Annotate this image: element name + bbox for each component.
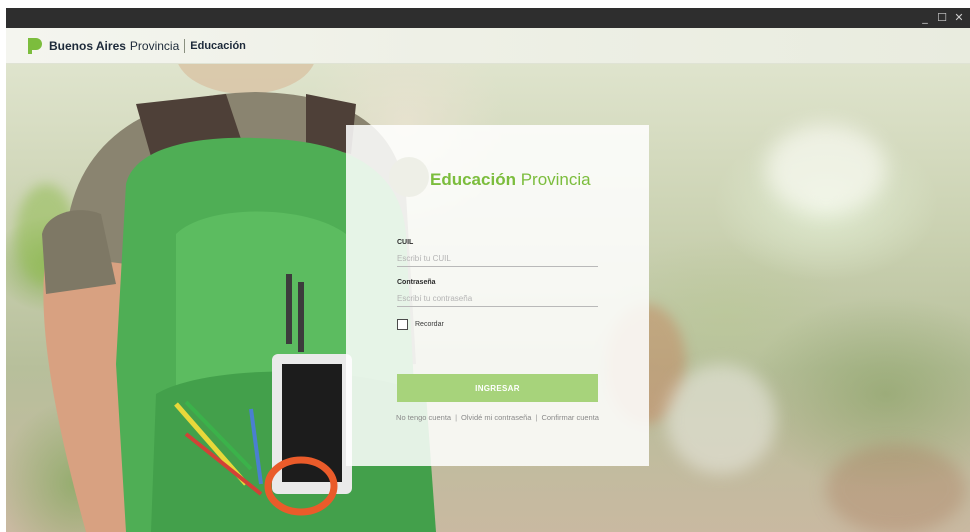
remember-checkbox[interactable] <box>397 319 408 330</box>
window-controls: _ ☐ ✕ <box>920 10 964 25</box>
brand-logo-link[interactable]: Buenos Aires Provincia Educación <box>28 38 246 54</box>
link-separator: | <box>535 413 538 422</box>
province-logo-icon <box>28 38 42 54</box>
site-header: Buenos Aires Provincia Educación <box>6 28 970 64</box>
forgot-password-link[interactable]: Olvidé mi contraseña <box>461 413 531 422</box>
account-links: No tengo cuenta | Olvidé mi contraseña | Con… <box>394 412 601 423</box>
education-logo-icon <box>389 157 429 197</box>
brand-divider <box>184 39 186 53</box>
minimize-icon[interactable]: _ <box>920 10 930 25</box>
cuil-input[interactable] <box>397 251 598 267</box>
remember-label: Recordar <box>415 321 444 328</box>
login-card: Educación Provincia CUIL Contraseña Reco… <box>346 125 649 466</box>
card-title: Educación Provincia <box>430 170 591 190</box>
confirm-account-link[interactable]: Confirmar cuenta <box>541 413 599 422</box>
card-title-light: Provincia <box>520 170 591 189</box>
maximize-icon[interactable]: ☐ <box>937 10 947 25</box>
password-input[interactable] <box>397 291 598 307</box>
brand-section: Educación <box>190 40 246 52</box>
password-label: Contraseña <box>397 279 436 286</box>
cuil-label: CUIL <box>397 239 414 246</box>
brand-name: Buenos Aires <box>49 39 126 53</box>
background-photo: Educación Provincia CUIL Contraseña Reco… <box>6 64 970 532</box>
link-separator: | <box>455 413 458 422</box>
no-account-link[interactable]: No tengo cuenta <box>396 413 451 422</box>
brand-province: Provincia <box>129 39 180 53</box>
login-button[interactable]: INGRESAR <box>397 374 598 402</box>
remember-control[interactable]: Recordar <box>397 319 444 330</box>
window-titlebar: _ ☐ ✕ <box>6 8 970 28</box>
card-title-strong: Educación <box>430 170 516 189</box>
close-icon[interactable]: ✕ <box>954 10 964 25</box>
